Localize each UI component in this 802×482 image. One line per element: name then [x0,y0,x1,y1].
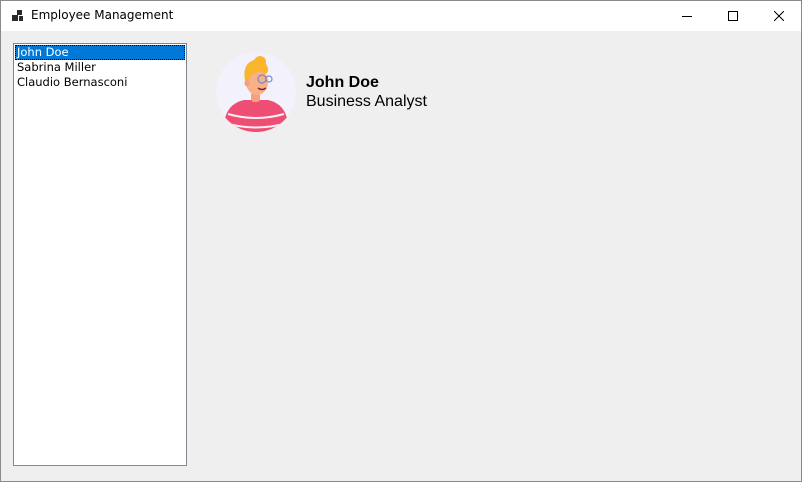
employee-listbox[interactable]: John Doe Sabrina Miller Claudio Bernasco… [13,43,187,466]
minimize-button[interactable] [664,1,710,31]
employee-list-item[interactable]: John Doe [15,45,185,60]
employee-name: John Doe [306,74,379,91]
main-window: Employee Management John Doe Sabrina Mil… [0,0,802,482]
window-title: Employee Management [31,8,174,22]
employee-avatar [216,52,296,132]
title-bar[interactable]: Employee Management [1,1,801,31]
minimize-icon [682,16,692,17]
employee-list-item[interactable]: Claudio Bernasconi [15,75,185,90]
person-avatar-icon [216,52,296,132]
employee-job-title: Business Analyst [306,93,427,110]
close-icon [774,11,784,21]
client-area: John Doe Sabrina Miller Claudio Bernasco… [1,31,801,481]
maximize-icon [728,11,738,21]
close-button[interactable] [756,1,801,31]
employee-list-item[interactable]: Sabrina Miller [15,60,185,75]
maximize-button[interactable] [710,1,756,31]
app-icon [12,10,23,21]
